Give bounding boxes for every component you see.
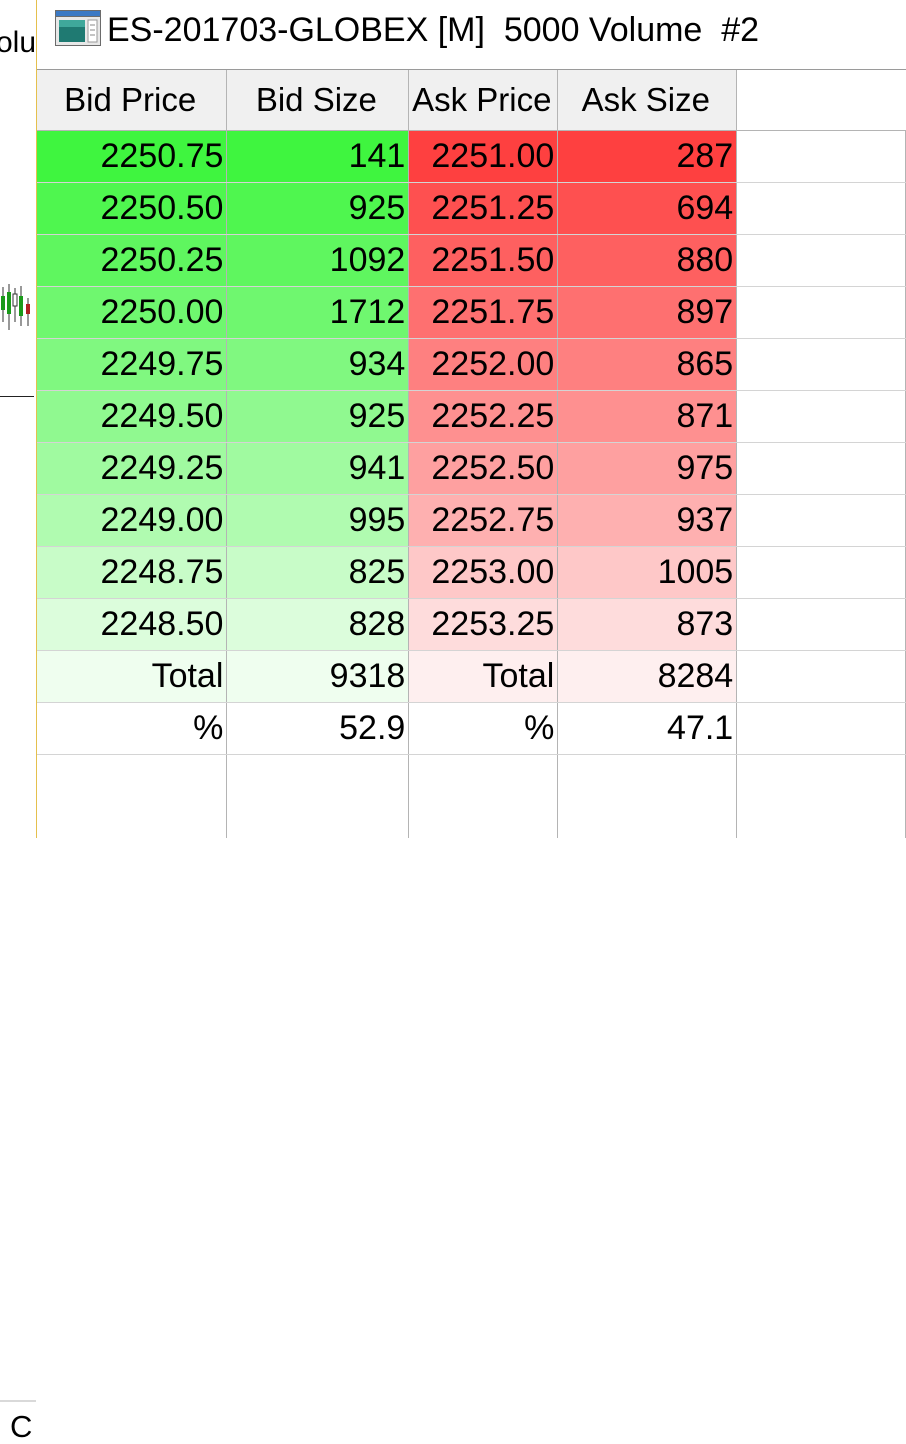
bid-price-cell[interactable]: 2250.50: [37, 182, 228, 235]
bid-size-cell[interactable]: 925: [226, 182, 410, 235]
total-bid-label: Total: [37, 650, 228, 703]
bid-size-cell[interactable]: 925: [226, 390, 410, 443]
depth-table: Bid Price Bid Size Ask Price Ask Size 22…: [37, 70, 906, 838]
bid-price-cell[interactable]: 2250.75: [37, 130, 228, 183]
row-spacer: [736, 702, 906, 755]
depth-row: 2249.00 995 2252.75 937: [37, 494, 906, 547]
ask-price-cell[interactable]: 2251.25: [408, 182, 559, 235]
ask-price-cell[interactable]: 2253.25: [408, 598, 559, 651]
bid-price-cell[interactable]: 2249.25: [37, 442, 228, 495]
depth-row: 2249.25 941 2252.50 975: [37, 442, 906, 495]
ask-price-cell[interactable]: 2253.00: [408, 546, 559, 599]
empty-cell: [408, 754, 559, 838]
row-spacer: [736, 390, 906, 443]
window-title: ES-201703-GLOBEX [M] 5000 Volume #2: [107, 11, 760, 49]
bid-price-cell[interactable]: 2248.75: [37, 546, 228, 599]
total-bid-value: 9318: [226, 650, 410, 703]
market-depth-window[interactable]: ES-201703-GLOBEX [M] 5000 Volume #2 Bid …: [36, 0, 906, 838]
background-chart-window[interactable]: olu C: [0, 0, 37, 1442]
ask-size-cell[interactable]: 873: [557, 598, 738, 651]
header-bid-size[interactable]: Bid Size: [226, 70, 410, 131]
bid-size-cell[interactable]: 995: [226, 494, 410, 547]
bid-price-cell[interactable]: 2250.25: [37, 234, 228, 287]
bid-price-cell[interactable]: 2248.50: [37, 598, 228, 651]
ask-price-cell[interactable]: 2252.25: [408, 390, 559, 443]
ask-size-cell[interactable]: 871: [557, 390, 738, 443]
depth-row: 2250.50 925 2251.25 694: [37, 182, 906, 235]
chart-baseline: [0, 396, 34, 397]
empty-cell: [37, 754, 228, 838]
bid-size-cell[interactable]: 825: [226, 546, 410, 599]
empty-cell: [226, 754, 410, 838]
bid-size-cell[interactable]: 1712: [226, 286, 410, 339]
ask-size-cell[interactable]: 1005: [557, 546, 738, 599]
total-ask-value: 8284: [557, 650, 738, 703]
total-row: Total 9318 Total 8284: [37, 650, 906, 703]
row-spacer: [736, 442, 906, 495]
depth-row: 2249.50 925 2252.25 871: [37, 390, 906, 443]
background-window-bottom: C: [0, 700, 36, 1442]
bid-size-cell[interactable]: 828: [226, 598, 410, 651]
depth-row: 2250.00 1712 2251.75 897: [37, 286, 906, 339]
percent-bid-value: 52.9: [226, 702, 410, 755]
row-spacer: [736, 130, 906, 183]
depth-row: 2249.75 934 2252.00 865: [37, 338, 906, 391]
empty-row: [37, 754, 906, 838]
ask-price-cell[interactable]: 2252.00: [408, 338, 559, 391]
depth-row: 2248.75 825 2253.00 1005: [37, 546, 906, 599]
bid-size-cell[interactable]: 141: [226, 130, 410, 183]
bid-price-cell[interactable]: 2249.00: [37, 494, 228, 547]
row-spacer: [736, 234, 906, 287]
ask-price-cell[interactable]: 2251.50: [408, 234, 559, 287]
bid-size-cell[interactable]: 1092: [226, 234, 410, 287]
row-spacer: [736, 338, 906, 391]
percent-ask-label: %: [408, 702, 559, 755]
header-ask-price[interactable]: Ask Price: [408, 70, 559, 131]
row-spacer: [736, 494, 906, 547]
background-divider: [0, 1400, 36, 1402]
bid-size-cell[interactable]: 934: [226, 338, 410, 391]
ask-size-cell[interactable]: 865: [557, 338, 738, 391]
candlestick-fragment: [1, 284, 30, 330]
background-window-label: C: [10, 1409, 33, 1444]
row-spacer: [736, 182, 906, 235]
ask-size-cell[interactable]: 694: [557, 182, 738, 235]
header-row: Bid Price Bid Size Ask Price Ask Size: [37, 70, 906, 131]
row-spacer: [736, 650, 906, 703]
header-ask-size[interactable]: Ask Size: [557, 70, 738, 131]
empty-cell: [557, 754, 738, 838]
percent-ask-value: 47.1: [557, 702, 738, 755]
ask-size-cell[interactable]: 897: [557, 286, 738, 339]
ask-size-cell[interactable]: 287: [557, 130, 738, 183]
row-spacer: [736, 546, 906, 599]
total-ask-label: Total: [408, 650, 559, 703]
row-spacer: [736, 598, 906, 651]
bid-size-cell[interactable]: 941: [226, 442, 410, 495]
ask-price-cell[interactable]: 2251.75: [408, 286, 559, 339]
bid-price-cell[interactable]: 2249.50: [37, 390, 228, 443]
percent-row: % 52.9% 47.1: [37, 702, 906, 755]
background-window-title: olu: [0, 26, 37, 59]
ask-price-cell[interactable]: 2252.75: [408, 494, 559, 547]
ask-price-cell[interactable]: 2251.00: [408, 130, 559, 183]
empty-cell: [736, 754, 906, 838]
bid-price-cell[interactable]: 2250.00: [37, 286, 228, 339]
ask-size-cell[interactable]: 880: [557, 234, 738, 287]
header-bid-price[interactable]: Bid Price: [37, 70, 228, 131]
depth-row: 2250.25 1092 2251.50 880: [37, 234, 906, 287]
app-window-icon[interactable]: [55, 10, 101, 46]
header-spacer: [736, 70, 906, 131]
row-spacer: [736, 286, 906, 339]
depth-row: 2248.50 828 2253.25 873: [37, 598, 906, 651]
ask-size-cell[interactable]: 975: [557, 442, 738, 495]
bid-price-cell[interactable]: 2249.75: [37, 338, 228, 391]
ask-price-cell[interactable]: 2252.50: [408, 442, 559, 495]
ask-size-cell[interactable]: 937: [557, 494, 738, 547]
percent-bid-label: %: [37, 702, 228, 755]
window-titlebar[interactable]: ES-201703-GLOBEX [M] 5000 Volume #2: [37, 0, 906, 70]
depth-row: 2250.75 141 2251.00 287: [37, 130, 906, 183]
